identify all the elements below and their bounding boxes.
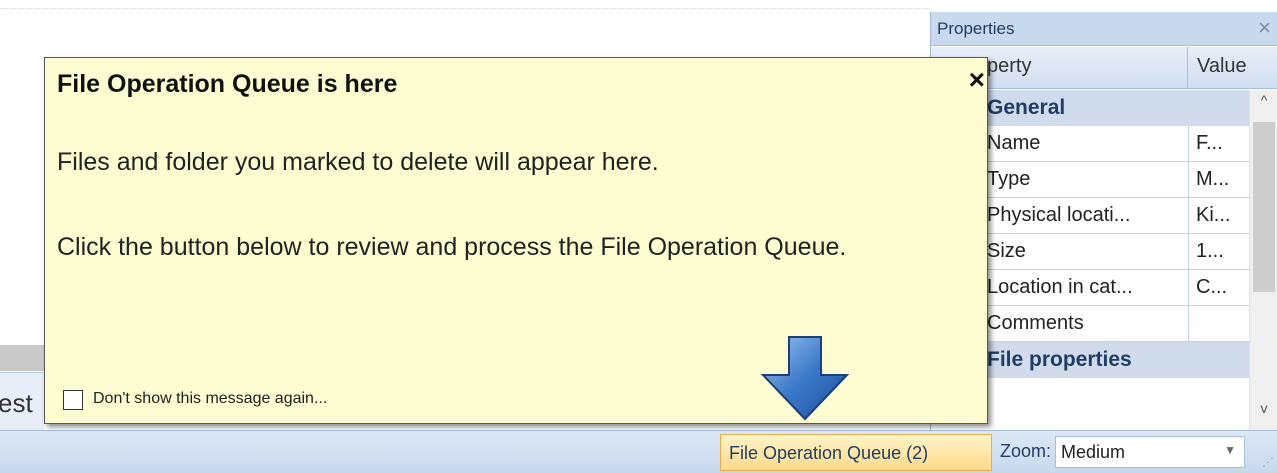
properties-header: Properties × — [931, 12, 1277, 46]
zoom-value: Medium — [1061, 442, 1126, 462]
balloon-title: File Operation Queue is here — [57, 70, 398, 98]
column-header-value[interactable]: Value — [1189, 47, 1277, 89]
info-balloon: File Operation Queue is here × Files and… — [44, 57, 988, 424]
chevron-up-icon[interactable]: ^ — [1250, 92, 1277, 118]
file-operation-queue-button[interactable]: File Operation Queue (2) — [720, 434, 992, 471]
chevron-down-icon[interactable]: v — [1250, 400, 1277, 426]
dont-show-checkbox[interactable] — [63, 390, 83, 410]
scroll-thumb[interactable] — [1253, 122, 1275, 292]
dropdown-caret-icon[interactable]: ▼ — [1224, 443, 1236, 457]
property-row[interactable]: Physical locati... Ki... — [987, 198, 1249, 234]
balloon-message: Files and folder you marked to delete wi… — [57, 148, 659, 176]
arrow-down-icon — [760, 336, 850, 421]
status-bar: File Operation Queue (2) Zoom: Medium ▼ … — [0, 430, 1277, 473]
property-row[interactable]: Location in cat... C... — [987, 270, 1249, 306]
properties-scrollbar[interactable]: ^ v — [1249, 90, 1277, 430]
property-row[interactable]: Size 1... — [987, 234, 1249, 270]
property-name: Name — [987, 132, 1041, 154]
category-label: File properties — [987, 348, 1132, 371]
property-name: Size — [987, 240, 1026, 262]
dont-show-label[interactable]: Don't show this message again... — [93, 390, 327, 408]
zoom-label: Zoom: — [1000, 441, 1052, 461]
partial-tab-label: est — [0, 388, 33, 418]
property-value: 1... — [1188, 234, 1249, 270]
property-name: Type — [987, 168, 1031, 190]
property-name: Location in cat... — [987, 276, 1133, 298]
property-value: Ki... — [1188, 198, 1249, 234]
close-icon[interactable]: × — [969, 66, 985, 94]
property-value — [1188, 306, 1249, 342]
resize-grip-icon[interactable]: ⋰ — [1262, 455, 1274, 469]
property-name: Comments — [987, 312, 1084, 334]
property-name: Physical locati... — [987, 204, 1131, 226]
category-label: General — [987, 96, 1066, 119]
divider — [0, 8, 930, 9]
balloon-instruction: Click the button below to review and pro… — [57, 233, 847, 261]
property-row[interactable]: Name F... — [987, 126, 1249, 162]
property-value: F... — [1188, 126, 1249, 162]
zoom-select[interactable]: Medium ▼ — [1055, 436, 1245, 468]
properties-title: Properties — [937, 19, 1015, 38]
property-value: M... — [1188, 162, 1249, 198]
property-row[interactable]: Comments — [987, 306, 1249, 342]
properties-close-icon[interactable]: × — [1258, 15, 1271, 41]
property-value: C... — [1188, 270, 1249, 306]
property-row[interactable]: Type M... — [987, 162, 1249, 198]
